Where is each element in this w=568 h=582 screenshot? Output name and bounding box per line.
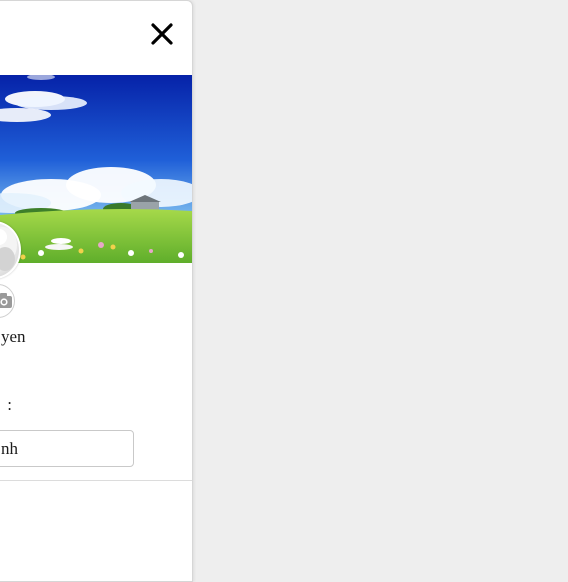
close-icon (151, 23, 173, 45)
text-field[interactable]: nh (0, 430, 134, 467)
close-button[interactable] (147, 19, 177, 49)
landscape-cover-image (0, 75, 192, 263)
profile-name: yen (1, 327, 26, 346)
footer-divider (0, 480, 192, 481)
profile-edit-dialog: yen : nh (0, 0, 193, 582)
change-avatar-button[interactable] (0, 284, 15, 318)
cover-photo[interactable] (0, 75, 192, 263)
camera-icon (0, 293, 12, 308)
text-field-value: nh (1, 439, 18, 458)
field-label: : (7, 395, 12, 414)
